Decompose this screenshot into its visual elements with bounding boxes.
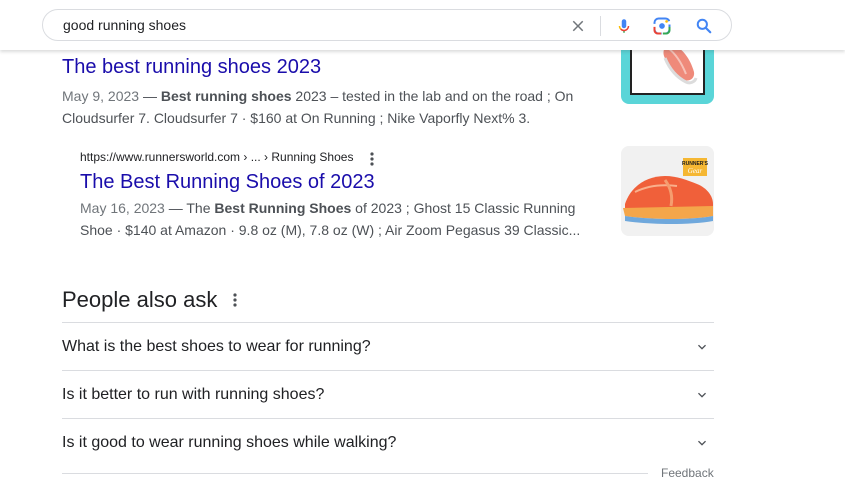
- close-icon[interactable]: [569, 17, 587, 35]
- paa-bottom-divider: [62, 473, 648, 474]
- search-icon[interactable]: [694, 16, 714, 36]
- people-also-ask-heading: People also ask: [62, 287, 218, 312]
- more-options-icon[interactable]: [230, 292, 240, 308]
- result-1-snippet: May 9, 2023 — Best running shoes 2023 – …: [62, 85, 602, 129]
- result-1-title-link[interactable]: The best running shoes 2023: [62, 56, 321, 79]
- result-1-date: May 9, 2023: [62, 88, 140, 104]
- snippet-separator: —: [139, 88, 161, 104]
- paa-question-text: Is it good to wear running shoes while w…: [62, 434, 397, 451]
- paa-question-text: Is it better to run with running shoes?: [62, 386, 325, 403]
- microphone-icon[interactable]: [615, 16, 633, 36]
- result-2-thumbnail[interactable]: RUNNER'S Gear: [621, 146, 714, 236]
- search-box[interactable]: [42, 9, 732, 41]
- shoe-icon: RUNNER'S Gear: [621, 146, 714, 236]
- result-2-title-link[interactable]: The Best Running Shoes of 2023: [80, 171, 375, 194]
- people-also-ask-list: What is the best shoes to wear for runni…: [62, 322, 714, 466]
- snippet-highlight: Best Running Shoes: [214, 200, 352, 216]
- snippet-highlight: Best running shoes: [160, 88, 292, 104]
- search-input[interactable]: [63, 10, 543, 40]
- more-options-icon[interactable]: [367, 151, 377, 167]
- paa-question-2[interactable]: Is it better to run with running shoes?: [62, 370, 714, 418]
- chevron-down-icon[interactable]: [694, 387, 710, 403]
- chevron-down-icon[interactable]: [694, 339, 710, 355]
- snippet-separator: — The: [164, 200, 215, 216]
- search-results-page: The best running shoes 2023 May 9, 2023 …: [0, 0, 845, 503]
- badge-bottom-text: Gear: [688, 167, 703, 175]
- result-2-url[interactable]: https://www.runnersworld.com › ... › Run…: [80, 150, 353, 164]
- chevron-down-icon[interactable]: [694, 435, 710, 451]
- lens-icon[interactable]: [652, 16, 672, 36]
- paa-question-3[interactable]: Is it good to wear running shoes while w…: [62, 418, 714, 466]
- search-header: [0, 0, 845, 50]
- result-2-date: May 16, 2023: [80, 200, 165, 216]
- award-badge: RUNNER'S Gear: [682, 158, 709, 176]
- search-box-divider: [600, 16, 601, 36]
- paa-question-text: What is the best shoes to wear for runni…: [62, 338, 371, 355]
- paa-question-1[interactable]: What is the best shoes to wear for runni…: [62, 322, 714, 370]
- result-2-snippet: May 16, 2023 — The Best Running Shoes of…: [80, 197, 590, 241]
- feedback-link[interactable]: Feedback: [661, 466, 714, 480]
